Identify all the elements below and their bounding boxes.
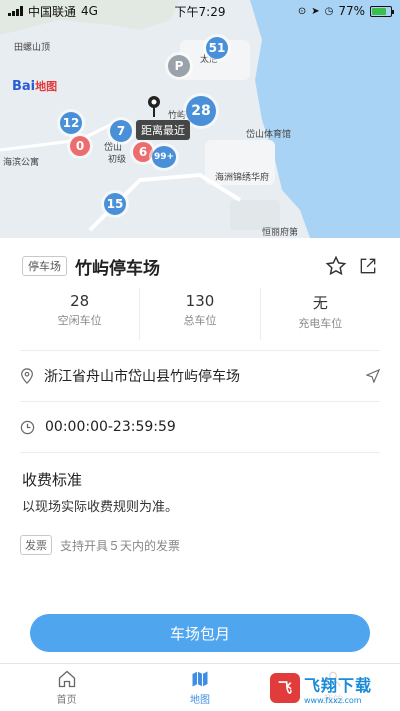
stat-free-spaces: 28 空闲车位 bbox=[20, 288, 141, 340]
watermark: 飞 飞翔下载 www.fxxz.com bbox=[264, 669, 392, 707]
address-text: 浙江省舟山市岱山县竹屿停车场 bbox=[44, 369, 240, 385]
location-arrow-icon: ➤ bbox=[311, 5, 320, 17]
fee-title: 收费标准 bbox=[22, 471, 83, 489]
network-type: 4G bbox=[81, 4, 98, 18]
watermark-url: www.fxxz.com bbox=[304, 695, 362, 705]
category-tag: 停车场 bbox=[22, 256, 67, 276]
stat-value: 无 bbox=[312, 294, 328, 312]
map-label: 海滨公寓 bbox=[3, 158, 40, 168]
map-cluster-marker[interactable]: 6 bbox=[133, 142, 153, 162]
stat-label: 总车位 bbox=[183, 314, 217, 327]
map-label: 初级 bbox=[108, 155, 127, 165]
map-icon bbox=[192, 671, 208, 687]
map-cluster-marker[interactable]: 28 bbox=[186, 96, 216, 126]
map-cluster-marker[interactable]: 0 bbox=[70, 136, 90, 156]
parking-name: 竹屿停车场 bbox=[75, 258, 160, 279]
share-icon bbox=[360, 258, 376, 274]
clock: 下午7:29 bbox=[174, 4, 226, 19]
star-icon bbox=[325, 255, 347, 276]
map-cluster-marker[interactable]: 15 bbox=[104, 193, 126, 215]
watermark-logo: 飞 bbox=[270, 673, 300, 703]
clock-icon bbox=[20, 420, 35, 434]
tab-map[interactable]: 地图 bbox=[133, 664, 266, 711]
favorite-button[interactable] bbox=[324, 254, 348, 278]
invoice-info: 发票 支持开具５天内的发票 bbox=[0, 515, 400, 555]
fee-description: 以现场实际收费规则为准。 bbox=[22, 500, 179, 515]
signal-icon bbox=[8, 6, 23, 16]
location-pin-icon bbox=[148, 96, 160, 117]
map-view[interactable]: Bai地图 田螺山顶 太尼 竹屿 岱山体育馆 海滨公寓 岱山 初级 海洲锦绣华府… bbox=[0, 0, 400, 238]
map-label: 田螺山顶 bbox=[14, 43, 51, 53]
tab-home[interactable]: 首页 bbox=[0, 664, 133, 711]
stat-total-spaces: 130 总车位 bbox=[140, 288, 261, 340]
stat-charging-spaces: 无 充电车位 bbox=[261, 288, 380, 340]
alarm-icon: ◷ bbox=[324, 5, 334, 17]
map-parking-marker[interactable]: P bbox=[168, 55, 190, 77]
home-icon bbox=[58, 670, 75, 688]
watermark-title: 飞翔下载 bbox=[304, 675, 373, 695]
tab-label: 地图 bbox=[189, 695, 210, 706]
orientation-lock-icon: ⊙ bbox=[297, 5, 307, 17]
monthly-pass-button[interactable]: 车场包月 bbox=[30, 614, 370, 652]
stat-label: 充电车位 bbox=[298, 317, 343, 330]
map-cluster-marker[interactable]: 7 bbox=[110, 120, 132, 142]
tab-label: 首页 bbox=[56, 695, 77, 706]
map-cluster-marker[interactable]: 99+ bbox=[152, 146, 176, 168]
stat-label: 空闲车位 bbox=[57, 314, 102, 327]
location-icon bbox=[21, 368, 33, 384]
stat-value: 130 bbox=[185, 292, 215, 310]
address-row[interactable]: 浙江省舟山市岱山县竹屿停车场 bbox=[0, 351, 400, 401]
share-button[interactable] bbox=[356, 254, 380, 278]
battery-percent: 77% bbox=[338, 4, 365, 18]
invoice-text: 支持开具５天内的发票 bbox=[60, 538, 181, 553]
stat-value: 28 bbox=[70, 292, 90, 310]
nearest-tip: 距离最近 bbox=[136, 120, 190, 140]
invoice-tag: 发票 bbox=[20, 535, 52, 555]
stats-row: 28 空闲车位 130 总车位 无 充电车位 bbox=[20, 288, 380, 340]
map-label: 岱山体育馆 bbox=[246, 130, 292, 140]
map-label: 恒丽府第 bbox=[262, 228, 299, 238]
map-label: 海洲锦绣华府 bbox=[215, 173, 270, 183]
baidu-map-logo: Bai地图 bbox=[12, 79, 58, 94]
parking-detail-panel: 停车场 竹屿停车场 28 空闲车位 130 总车位 无 充电车位 浙江省舟山市岱… bbox=[0, 238, 400, 663]
hours-text: 00:00:00-23:59:59 bbox=[45, 419, 176, 435]
status-bar: 中国联通 4G 下午7:29 ⊙ ➤ ◷ 77% bbox=[0, 0, 400, 22]
navigate-icon[interactable] bbox=[366, 369, 380, 383]
map-cluster-marker[interactable]: 12 bbox=[60, 112, 82, 134]
hours-row: 00:00:00-23:59:59 bbox=[0, 402, 400, 452]
carrier-name: 中国联通 bbox=[28, 4, 77, 19]
battery-icon bbox=[370, 5, 394, 17]
map-cluster-marker[interactable]: 51 bbox=[206, 37, 228, 59]
